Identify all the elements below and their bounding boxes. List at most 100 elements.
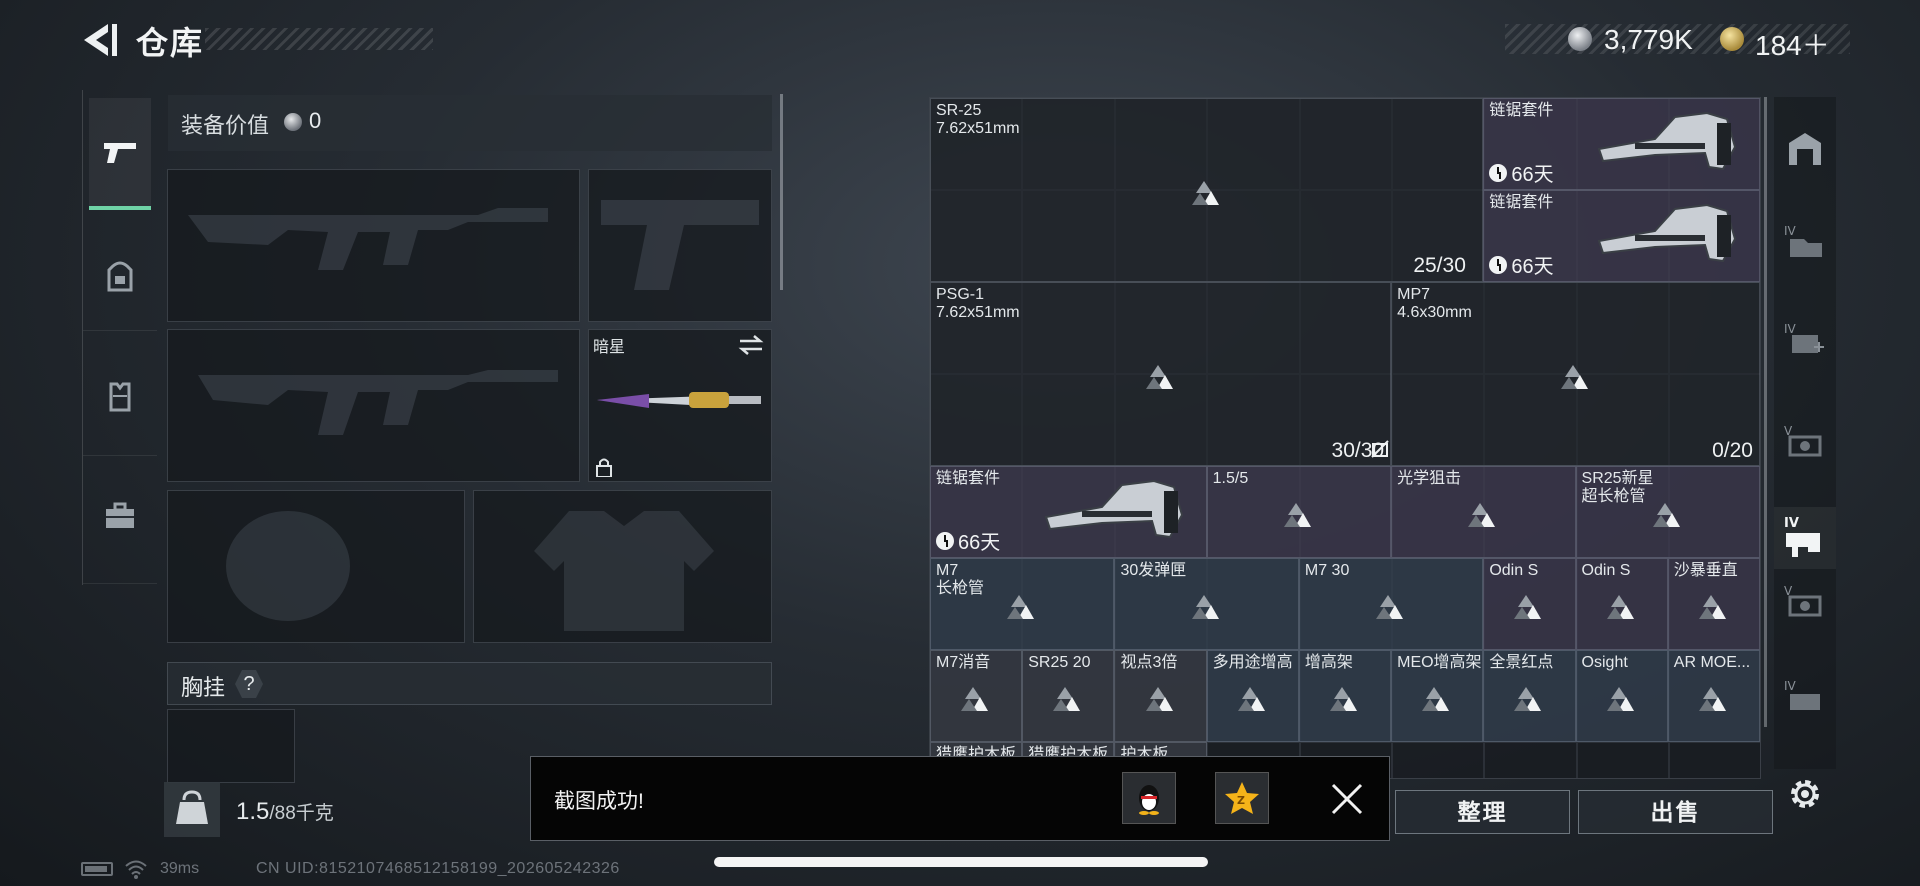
backpack-icon — [107, 261, 133, 292]
tab-case[interactable] — [89, 485, 151, 547]
gold-currency-amount[interactable]: 184＋ — [1755, 24, 1830, 64]
placeholder-triangle-icon — [1375, 593, 1409, 621]
chainsaw-kit-item[interactable]: 链锯套件 66天 — [930, 466, 1207, 558]
placeholder-triangle-icon — [1145, 685, 1179, 713]
share-qq-button[interactable] — [1122, 772, 1176, 824]
attachment-item[interactable]: 沙暴垂直 — [1667, 558, 1760, 650]
placeholder-triangle-icon — [1698, 593, 1732, 621]
grid-cell[interactable] — [1392, 742, 1485, 778]
attachment-item[interactable]: 增高架 — [1298, 650, 1392, 742]
attachment-item[interactable]: M7消音 — [930, 650, 1023, 742]
storage-scrollbar[interactable] — [1764, 97, 1767, 727]
chest-rig-slot[interactable] — [167, 709, 295, 783]
gear-icon[interactable] — [1786, 775, 1824, 813]
title-decoration — [205, 28, 433, 50]
battery-icon — [81, 862, 113, 876]
tab-storage-cat-2[interactable]: IV — [1782, 315, 1828, 361]
placeholder-triangle-icon — [1421, 685, 1455, 713]
attachment-tier-icon: IV — [1784, 516, 1820, 557]
ping-readout: 39ms — [160, 860, 200, 877]
armor-silhouette-icon — [534, 511, 714, 631]
attachment-item[interactable]: 多用途增高 — [1206, 650, 1299, 742]
expiry-days: 66天 — [958, 532, 1001, 554]
user-uid: CN UID:8152107468512158199_202605242326 — [256, 860, 620, 877]
attachment-item[interactable]: 全景红点 — [1483, 650, 1576, 742]
weapon-item[interactable]: SR-25 7.62x51mm — [930, 98, 1484, 282]
loadout-scrollbar[interactable] — [780, 94, 783, 290]
briefcase-icon — [106, 502, 134, 528]
attachment-item[interactable]: Odin S — [1575, 558, 1668, 650]
attachment-item[interactable]: Osight — [1575, 650, 1668, 742]
attachment-item[interactable]: M7 长枪管 — [930, 558, 1115, 650]
no-magazine-icon — [1371, 440, 1389, 463]
item-name: AR MOE... — [1673, 654, 1751, 671]
tab-divider — [83, 455, 157, 456]
attachment-item[interactable]: SR25新星 超长枪管 — [1575, 466, 1760, 558]
tab-divider — [83, 330, 157, 331]
attachment-item[interactable]: 视点3倍 — [1114, 650, 1207, 742]
back-arrow-icon[interactable] — [78, 20, 118, 60]
silver-coin-icon — [284, 113, 302, 131]
attachment-item[interactable]: 30发弹匣 — [1114, 558, 1299, 650]
tab-storage-cat-4[interactable]: V — [1782, 577, 1828, 623]
item-name: 链锯套件 — [1489, 194, 1554, 211]
tab-storage-cat-5[interactable]: IV — [1782, 672, 1828, 718]
clock-icon — [936, 531, 954, 550]
sell-button[interactable]: 出售 — [1578, 790, 1773, 834]
kettlebell-icon — [176, 790, 208, 824]
tab-storage-cat-1[interactable]: IV — [1782, 217, 1828, 263]
tab-backpack[interactable] — [89, 245, 151, 307]
chainsaw-kit-item[interactable]: 链锯套件 66天 — [1483, 98, 1760, 190]
placeholder-triangle-icon — [1191, 593, 1225, 621]
pistol-icon — [104, 143, 136, 163]
home-indicator[interactable] — [714, 857, 1208, 867]
melee-weapon-name: 暗星 — [593, 339, 626, 356]
attachment-item[interactable]: MEO增高架 — [1391, 650, 1484, 742]
grid-cell[interactable] — [1669, 742, 1760, 778]
item-name: SR25 20 — [1028, 654, 1091, 671]
equip-value-amount: 0 — [309, 108, 322, 133]
primary-weapon-slot-1[interactable] — [167, 169, 580, 322]
close-icon[interactable] — [1330, 782, 1364, 816]
equip-value-label: 装备价值 — [181, 113, 270, 138]
weapon-item[interactable]: PSG-1 7.62x51mm 30/30 — [930, 282, 1392, 466]
weight-icon — [164, 782, 220, 837]
storage-grid[interactable]: SR-25 7.62x51mm 链锯套件 66天 链锯套件 66天 PSG-1 7.62x… — [929, 97, 1761, 779]
weapon-item[interactable]: MP7 4.6x30mm 0/20 — [1391, 282, 1760, 466]
storage-category-tabs: IV IV V V IV — [1774, 97, 1836, 769]
organize-button[interactable]: 整理 — [1395, 790, 1570, 834]
grid-cell[interactable] — [1576, 742, 1670, 778]
attachment-item[interactable]: 1.5/5 — [1206, 466, 1392, 558]
chainsaw-kit-item[interactable]: 链锯套件 66天 — [1483, 190, 1760, 282]
medkit-tier-icon: IV — [1784, 322, 1824, 353]
placeholder-triangle-icon — [1467, 501, 1501, 529]
helmet-slot[interactable] — [167, 490, 465, 643]
tier-box-icon: IV — [1784, 679, 1820, 710]
attachment-item[interactable]: AR MOE... — [1667, 650, 1760, 742]
placeholder-triangle-icon — [1191, 179, 1225, 207]
tab-storage-all[interactable] — [1782, 125, 1828, 171]
tab-storage-cat-3[interactable]: V — [1782, 417, 1828, 463]
item-name: 光学狙击 — [1397, 470, 1462, 487]
placeholder-triangle-icon — [1237, 685, 1271, 713]
share-qzone-button[interactable]: Z — [1215, 772, 1269, 824]
sidearm-slot[interactable] — [588, 169, 772, 322]
page-title: 仓库 — [136, 25, 205, 61]
item-name: MEO增高架 — [1397, 654, 1482, 671]
tab-weapons[interactable] — [89, 98, 151, 210]
item-name: 沙暴垂直 — [1673, 562, 1738, 579]
tab-storage-attachments[interactable]: IV — [1774, 507, 1836, 569]
clock-icon — [1489, 255, 1508, 274]
attachment-item[interactable]: M7 30 — [1298, 558, 1484, 650]
helmet-silhouette-icon — [226, 511, 350, 621]
grid-cell[interactable] — [1484, 742, 1577, 778]
tab-vest[interactable] — [89, 365, 151, 427]
armor-slot[interactable] — [473, 490, 772, 643]
expiry-timer: 66天 — [936, 526, 1000, 555]
attachment-item[interactable]: SR25 20 — [1022, 650, 1115, 742]
attachment-item[interactable]: 光学狙击 — [1391, 466, 1576, 558]
svg-text:Z: Z — [1237, 794, 1245, 807]
swap-icon[interactable] — [738, 334, 764, 356]
attachment-item[interactable]: Odin S — [1483, 558, 1576, 650]
primary-weapon-slot-2[interactable] — [167, 329, 580, 482]
